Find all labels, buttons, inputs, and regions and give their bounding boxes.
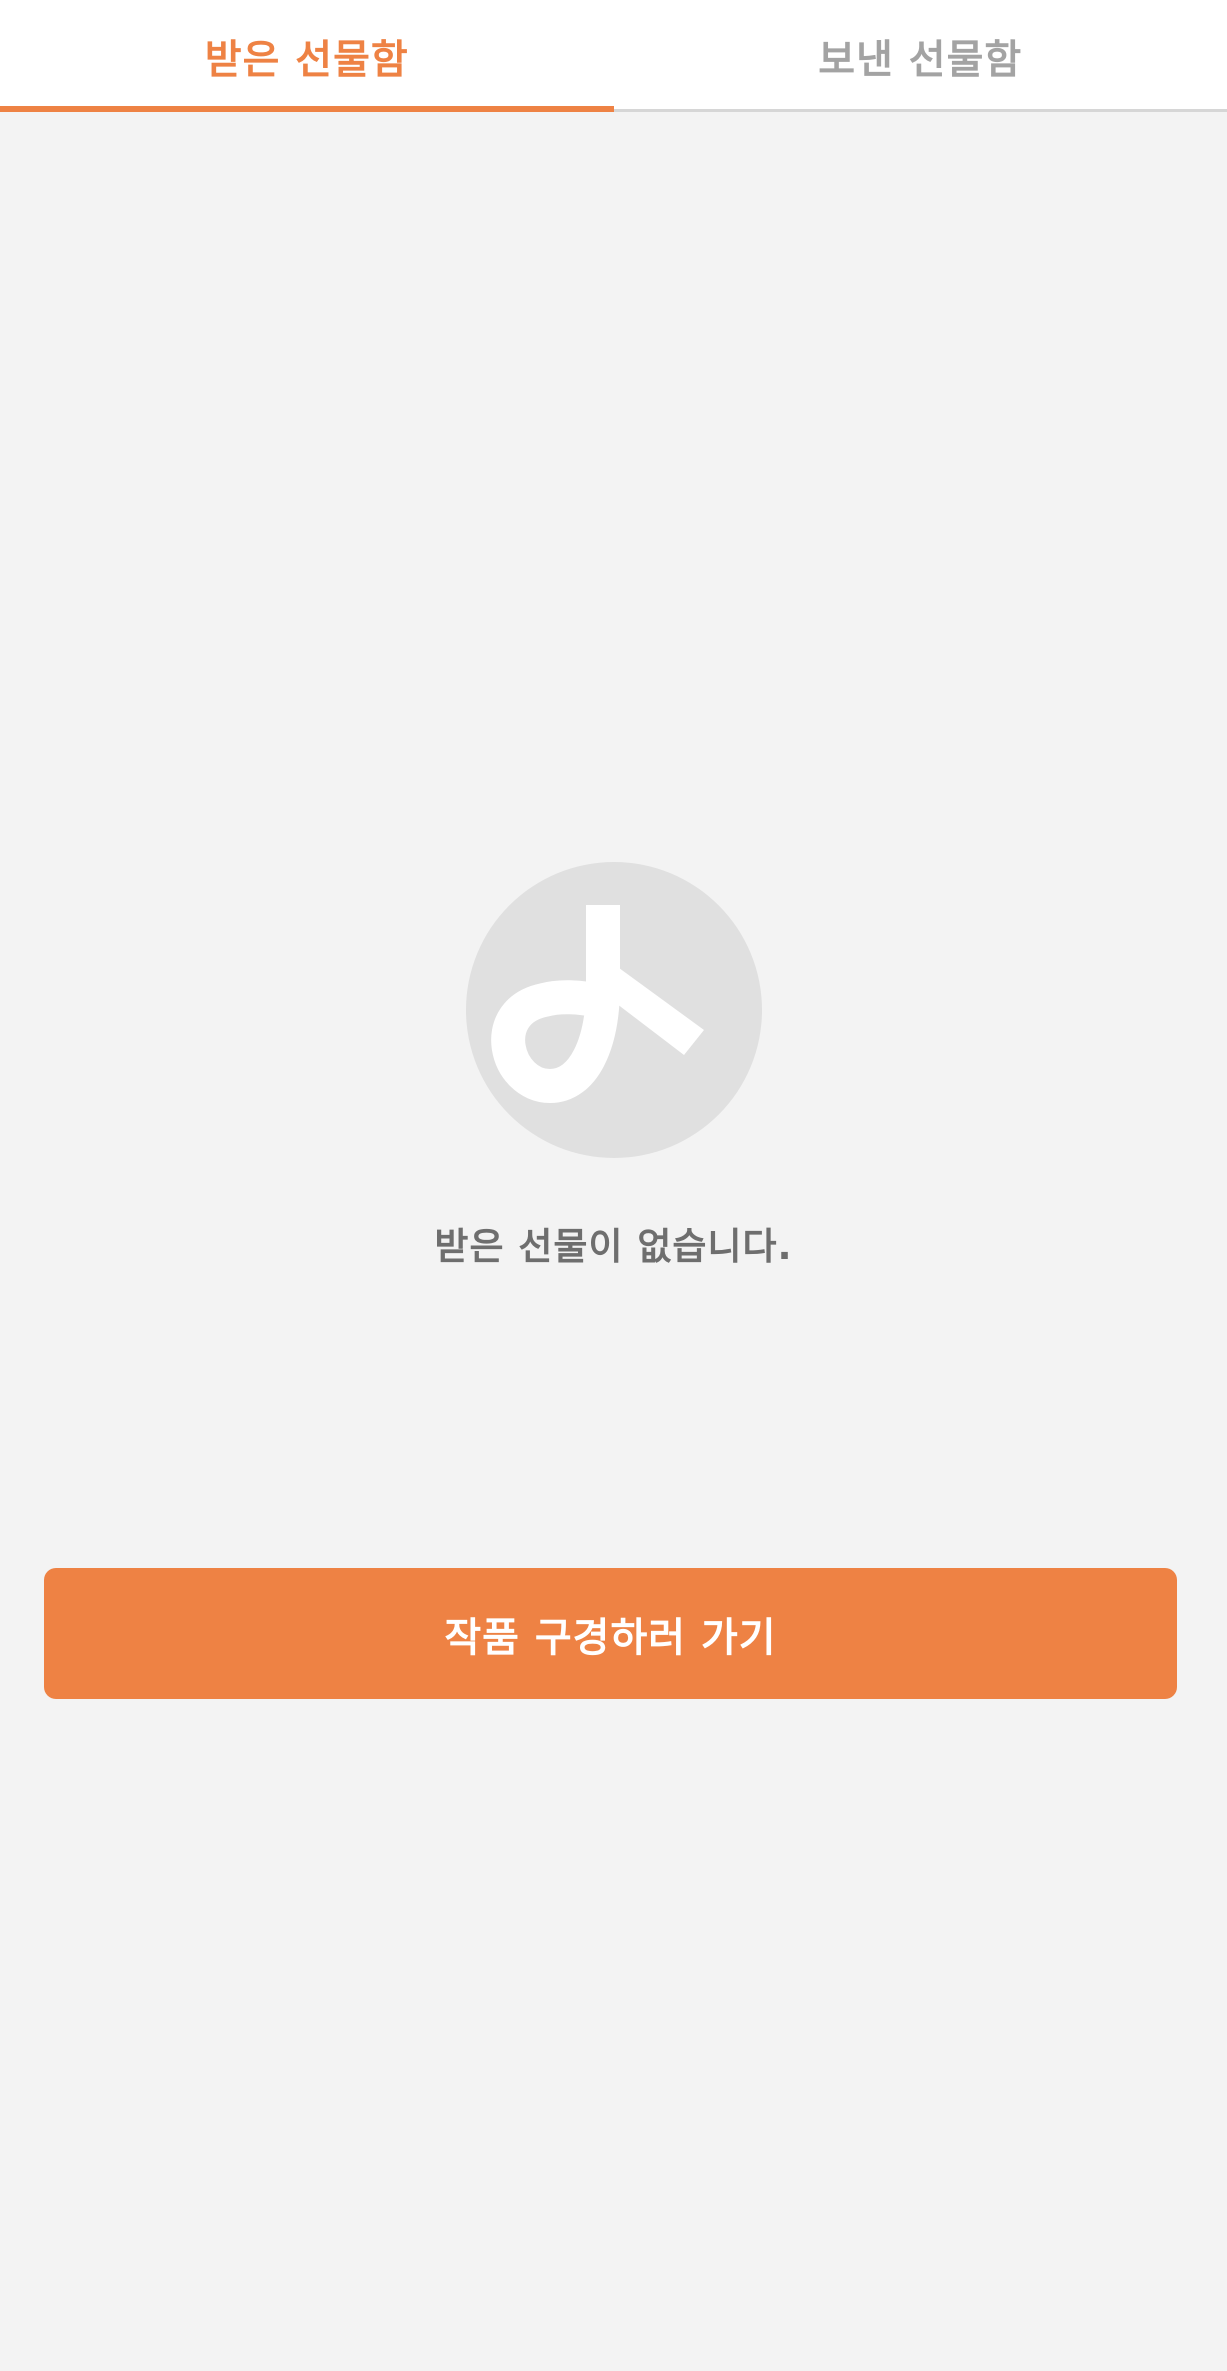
tab-sent-gifts[interactable]: 보낸 선물함 xyxy=(614,0,1227,112)
empty-message: 받은 선물이 없습니다. xyxy=(434,1225,793,1268)
active-tab-indicator xyxy=(0,106,614,112)
empty-state: 받은 선물이 없습니다. xyxy=(0,862,1227,1270)
browse-works-button-label: 작품 구경하러 가기 xyxy=(444,1614,777,1661)
gift-tabs: 받은 선물함 보낸 선물함 xyxy=(0,0,1227,112)
tab-received-gifts[interactable]: 받은 선물함 xyxy=(0,0,614,112)
tab-received-gifts-label: 받은 선물함 xyxy=(204,37,409,83)
browse-works-button[interactable]: 작품 구경하러 가기 xyxy=(44,1568,1177,1699)
brand-logo-icon xyxy=(465,862,762,1158)
tab-sent-gifts-label: 보낸 선물함 xyxy=(818,37,1023,83)
